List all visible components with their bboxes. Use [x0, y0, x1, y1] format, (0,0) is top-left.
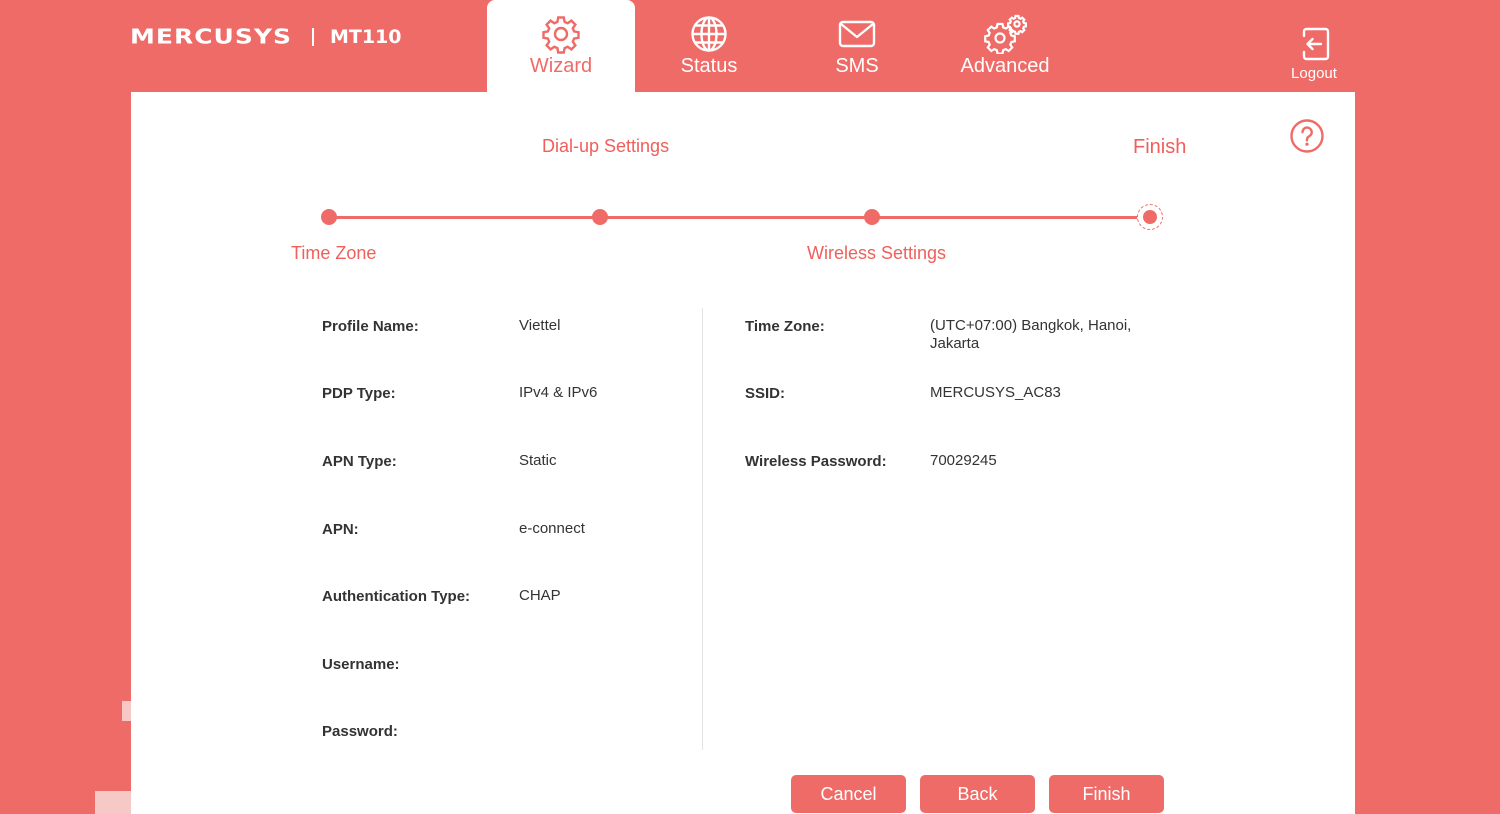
brand-logo: MERCUSYS: [130, 24, 292, 49]
username-label: Username:: [322, 656, 400, 673]
step-dot-dial-up-settings: [592, 209, 608, 225]
brand: MERCUSYS MT110: [130, 22, 402, 51]
profile-name-value: Viettel: [519, 317, 561, 334]
gears-icon: [981, 14, 1029, 59]
authentication-type-label: Authentication Type:: [322, 588, 471, 605]
apn-label: APN:: [322, 521, 359, 538]
ssid-value: MERCUSYS_AC83: [930, 384, 1061, 401]
finish-button[interactable]: Finish: [1049, 775, 1164, 813]
step-label-wireless-settings: Wireless Settings: [807, 243, 947, 263]
tab-sms[interactable]: SMS: [783, 0, 931, 92]
envelope-icon: [837, 14, 877, 59]
tab-status[interactable]: Status: [635, 0, 783, 92]
tab-wizard[interactable]: Wizard: [487, 0, 635, 92]
wireless-password-label: Wireless Password:: [745, 453, 887, 470]
step-dot-wireless-settings: [864, 209, 880, 225]
step-label-time-zone: Time Zone: [291, 243, 377, 263]
background-decoration: [95, 791, 131, 814]
time-zone-value: (UTC+07:00) Bangkok, Hanoi, Jakarta: [930, 317, 1132, 352]
wizard-panel: Time Zone Dial-up Settings Wireless Sett…: [131, 92, 1355, 814]
apn-value: e-connect: [519, 520, 585, 537]
step-label-finish: Finish: [1133, 136, 1187, 158]
time-zone-label: Time Zone:: [745, 318, 825, 335]
gear-icon: [541, 14, 581, 59]
profile-name-label: Profile Name:: [322, 318, 419, 335]
globe-icon: [689, 14, 729, 59]
authentication-type-value: CHAP: [519, 587, 561, 604]
step-label-dial-up-settings: Dial-up Settings: [542, 136, 670, 156]
progress-track: [329, 215, 1149, 219]
background-decoration: [122, 701, 131, 721]
column-divider: [702, 308, 703, 750]
step-dot-time-zone: [321, 209, 337, 225]
wireless-password-value: 70029245: [930, 452, 997, 469]
cancel-button[interactable]: Cancel: [791, 775, 906, 813]
password-label: Password:: [322, 723, 398, 740]
tab-label: Advanced: [960, 55, 1050, 77]
apn-type-label: APN Type:: [322, 453, 397, 470]
brand-separator: [311, 27, 314, 46]
tab-label: SMS: [835, 55, 879, 77]
tab-advanced[interactable]: Advanced: [931, 0, 1079, 92]
model-name: MT110: [329, 25, 402, 48]
pdp-type-value: IPv4 & IPv6: [519, 384, 598, 401]
back-button[interactable]: Back: [920, 775, 1035, 813]
step-dot-finish: [1137, 204, 1163, 230]
ssid-label: SSID:: [745, 385, 786, 402]
apn-type-value: Static: [519, 452, 557, 469]
tab-label: Status: [680, 55, 738, 77]
tab-label: Wizard: [529, 55, 593, 77]
pdp-type-label: PDP Type:: [322, 385, 396, 402]
logout-icon: [1297, 26, 1331, 67]
help-icon[interactable]: [1289, 118, 1325, 159]
logout-label: Logout: [1291, 65, 1337, 82]
logout-button[interactable]: Logout: [1282, 26, 1346, 84]
